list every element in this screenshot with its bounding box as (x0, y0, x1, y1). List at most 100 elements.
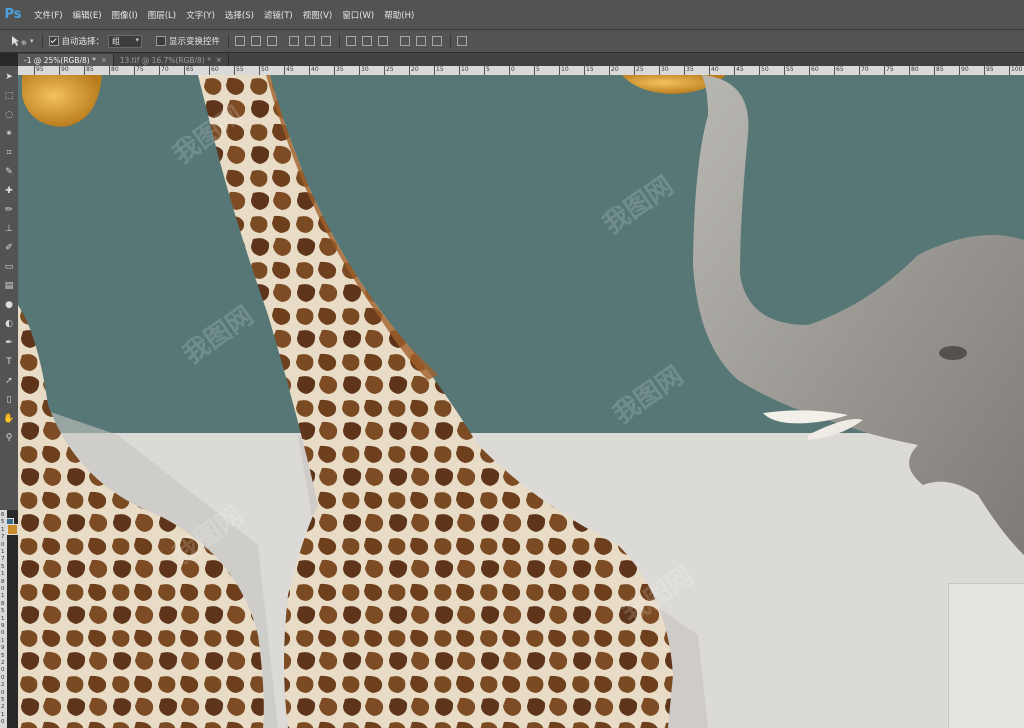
ruler-tick (734, 66, 735, 75)
ruler-label: 100 (1011, 66, 1023, 73)
zoom-icon[interactable]: ⚲ (2, 431, 16, 445)
align-right-icon[interactable] (321, 36, 332, 46)
align-bottom-icon[interactable] (267, 36, 278, 46)
align-left-icon[interactable] (289, 36, 300, 46)
eyedropper-icon[interactable]: ✎ (2, 165, 16, 179)
vertical-ruler[interactable]: 65170175180185190195200205210 (0, 510, 7, 728)
magic-wand-icon[interactable]: ✶ (2, 127, 16, 141)
pen-icon[interactable]: ✒ (2, 336, 16, 350)
stamp-icon[interactable]: ⊥ (2, 222, 16, 236)
ruler-tick (409, 66, 410, 75)
align-vcenter-icon[interactable] (251, 36, 262, 46)
menu-item-2[interactable]: 图像(I) (112, 9, 138, 21)
blur-icon[interactable]: ● (2, 298, 16, 312)
ruler-label: 95 (986, 66, 994, 73)
distribute-top-icon[interactable] (346, 36, 357, 46)
tools-panel: ➤ ⬚ ◌ ✶ ⌗ ✎ ✚ ✏ ⊥ ✐ ▭ ▤ ● ◐ ✒ T ➚ ▯ ✋ ⚲ (0, 66, 19, 535)
menu-item-0[interactable]: 文件(F) (34, 9, 63, 21)
ruler-label: 1 (1, 593, 5, 600)
brush-icon[interactable]: ✏ (2, 203, 16, 217)
lasso-icon[interactable]: ◌ (2, 108, 16, 122)
ruler-tick (759, 66, 760, 75)
move-tool-preset[interactable]: ⊕ ▾ (10, 35, 34, 47)
hand-icon[interactable]: ✋ (2, 412, 16, 426)
ruler-label: 20 (611, 66, 619, 73)
auto-select-dropdown[interactable]: 组 (108, 34, 143, 48)
ruler-label: 9 (1, 645, 5, 652)
menu-item-7[interactable]: 视图(V) (303, 9, 332, 21)
marquee-icon[interactable]: ⬚ (2, 89, 16, 103)
document-tab-label: 13.tif @ 16.7%(RGB/8) * (119, 55, 211, 65)
eraser-icon[interactable]: ▭ (2, 260, 16, 274)
show-transform-option[interactable]: 显示变换控件 (156, 35, 220, 47)
history-brush-icon[interactable]: ✐ (2, 241, 16, 255)
rectangle-icon[interactable]: ▯ (2, 393, 16, 407)
ruler-label: 20 (411, 66, 419, 73)
align-hcenter-icon[interactable] (305, 36, 316, 46)
close-icon[interactable]: × (101, 56, 107, 64)
distribute-left-icon[interactable] (400, 36, 411, 46)
divider (339, 34, 341, 48)
move-tool-icon: ⊕ (12, 36, 27, 47)
ruler-label: 80 (911, 66, 919, 73)
type-icon[interactable]: T (2, 355, 16, 369)
ruler-label: 10 (461, 66, 469, 73)
healing-icon[interactable]: ✚ (2, 184, 16, 198)
menu-item-1[interactable]: 编辑(E) (73, 9, 102, 21)
ruler-label: 15 (586, 66, 594, 73)
ruler-tick (559, 66, 560, 75)
distribute-bottom-icon[interactable] (378, 36, 389, 46)
ruler-label: 75 (886, 66, 894, 73)
gradient-icon[interactable]: ▤ (2, 279, 16, 293)
background-color-swatch[interactable] (7, 524, 18, 535)
move-icon[interactable]: ➤ (2, 70, 16, 84)
ruler-label: 90 (961, 66, 969, 73)
ruler-tick (784, 66, 785, 75)
ruler-tick (709, 66, 710, 75)
ruler-tick (934, 66, 935, 75)
document-tab[interactable]: 13.tif @ 16.7%(RGB/8) * × (113, 54, 229, 66)
ruler-label: 0 (1, 719, 5, 726)
auto-select-checkbox[interactable] (48, 36, 59, 46)
distribute-vcenter-icon[interactable] (362, 36, 373, 46)
document-tab[interactable]: -1 @ 25%(RGB/8) * × (18, 54, 114, 66)
dodge-icon[interactable]: ◐ (2, 317, 16, 331)
menu-item-8[interactable]: 窗口(W) (342, 9, 374, 21)
auto-align-layers-icon[interactable] (457, 36, 468, 46)
menu-item-4[interactable]: 文字(Y) (186, 9, 215, 21)
distribute-right-icon[interactable] (432, 36, 443, 46)
ruler-label: 2 (1, 682, 5, 689)
document-canvas[interactable]: 我图网 我图网 我图网 我图网 我图网 我图网 (18, 75, 1024, 728)
ruler-tick (159, 66, 160, 75)
ruler-label: 30 (361, 66, 369, 73)
ruler-tick (284, 66, 285, 75)
menu-item-3[interactable]: 图层(L) (148, 9, 176, 21)
ruler-label: 60 (211, 66, 219, 73)
ruler-tick (109, 66, 110, 75)
close-icon[interactable]: × (216, 56, 222, 64)
ruler-label: 2 (1, 660, 5, 666)
divider (228, 34, 230, 48)
ruler-tick (134, 66, 135, 75)
crop-icon[interactable]: ⌗ (2, 146, 16, 160)
ruler-label: 85 (936, 66, 944, 73)
distribute-hcenter-icon[interactable] (416, 36, 427, 46)
ruler-tick (184, 66, 185, 75)
path-select-icon[interactable]: ➚ (2, 374, 16, 388)
ruler-tick (684, 66, 685, 75)
ruler-label: 8 (1, 600, 5, 607)
align-top-icon[interactable] (235, 36, 246, 46)
menu-item-9[interactable]: 帮助(H) (384, 9, 414, 21)
ruler-tick (1009, 66, 1010, 75)
ruler-tick (359, 66, 360, 75)
orange-ball-left (22, 75, 102, 127)
ruler-tick (809, 66, 810, 75)
ruler-label: 5 (1, 608, 5, 615)
ruler-tick (84, 66, 85, 75)
ruler-tick (209, 66, 210, 75)
menu-item-6[interactable]: 滤镜(T) (264, 9, 293, 21)
auto-select-option[interactable]: 自动选择： 组 (48, 34, 143, 48)
menu-item-5[interactable]: 选择(S) (225, 9, 254, 21)
show-transform-checkbox[interactable] (156, 36, 167, 46)
ruler-tick (259, 66, 260, 75)
